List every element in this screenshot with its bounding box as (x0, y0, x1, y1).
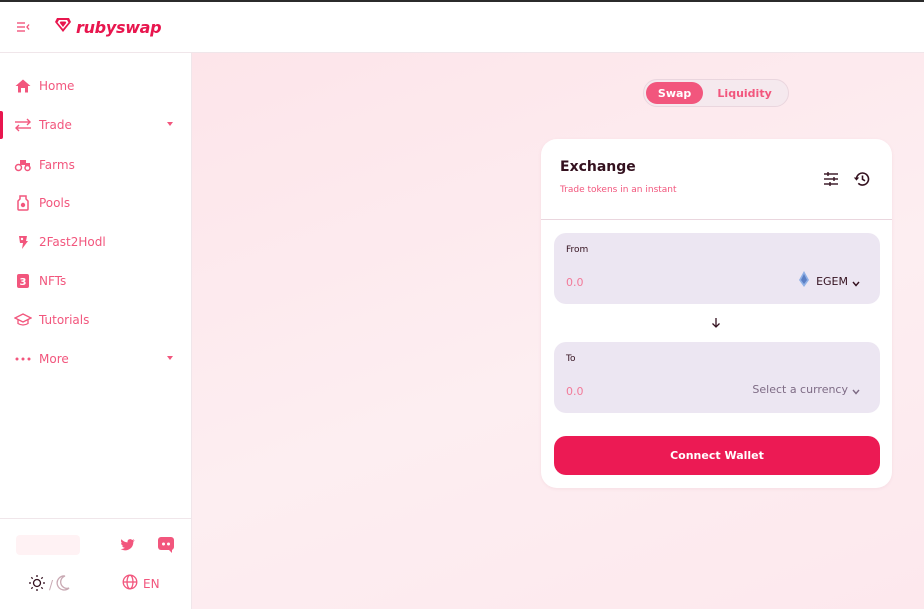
sidebar-footer: / EN (0, 518, 191, 609)
sidebar-item-label: Trade (39, 118, 72, 132)
theme-separator: / (49, 578, 54, 592)
discord-icon[interactable] (156, 535, 176, 555)
card-header: Exchange Trade tokens in an instant (541, 139, 892, 220)
exchange-card: Exchange Trade tokens in an instant From… (541, 139, 892, 488)
sidebar-item-nfts[interactable]: 3 NFTs (0, 263, 191, 299)
swap-liquidity-tabs: Swap Liquidity (643, 79, 789, 107)
more-dots-icon (13, 349, 33, 369)
sidebar-item-pools[interactable]: Pools (0, 185, 191, 221)
menu-collapse-icon[interactable] (10, 14, 36, 40)
card-subtitle: Trade tokens in an instant (560, 185, 677, 195)
from-currency-selector[interactable]: EGEM (798, 271, 860, 291)
svg-text:3: 3 (20, 277, 27, 288)
top-bar: rubyswap (0, 0, 924, 53)
language-selector[interactable]: EN (122, 574, 160, 594)
sidebar-item-label: Farms (39, 158, 75, 172)
graduation-cap-icon (13, 310, 33, 330)
moon-icon[interactable] (56, 575, 70, 595)
sidebar-item-home[interactable]: Home (0, 68, 191, 104)
sidebar-item-label: 2Fast2Hodl (39, 235, 106, 249)
from-token-box: From EGEM (554, 233, 880, 304)
racer-icon (13, 232, 33, 252)
chevron-down-icon (167, 356, 173, 360)
brand-logo[interactable]: rubyswap (54, 17, 162, 37)
history-icon[interactable] (852, 169, 872, 189)
language-label: EN (143, 577, 160, 591)
settings-sliders-icon[interactable] (821, 169, 841, 189)
to-currency-selector[interactable]: Select a currency (752, 380, 860, 399)
sidebar-item-more[interactable]: More (0, 341, 191, 377)
sidebar-item-label: Tutorials (39, 313, 90, 327)
connect-wallet-button[interactable]: Connect Wallet (554, 436, 880, 475)
tab-liquidity[interactable]: Liquidity (703, 82, 786, 104)
from-token-symbol: EGEM (816, 274, 848, 288)
sidebar-item-label: Home (39, 79, 75, 93)
card-title: Exchange (560, 159, 636, 175)
theme-toggle[interactable]: / (28, 574, 70, 596)
chevron-down-icon (167, 122, 173, 126)
sidebar-item-2fast2hodl[interactable]: 2Fast2Hodl (0, 224, 191, 260)
globe-icon (122, 574, 138, 594)
pool-icon (13, 193, 33, 213)
token-price-pill[interactable] (16, 535, 80, 555)
to-label: To (566, 354, 576, 364)
sidebar-item-farms[interactable]: Farms (0, 147, 191, 183)
twitter-icon[interactable] (117, 535, 137, 555)
chevron-down-icon (852, 272, 860, 291)
to-token-box: To Select a currency (554, 342, 880, 413)
to-amount-input[interactable] (566, 382, 706, 400)
from-label: From (566, 245, 589, 255)
ruby-gem-icon (54, 17, 72, 37)
arrow-down-icon[interactable] (708, 315, 724, 331)
from-amount-input[interactable] (566, 273, 706, 291)
sidebar-item-label: NFTs (39, 274, 67, 288)
nft-icon: 3 (13, 271, 33, 291)
sun-icon[interactable] (28, 574, 46, 596)
sidebar-item-label: Pools (39, 196, 71, 210)
sidebar-item-tutorials[interactable]: Tutorials (0, 302, 191, 338)
tab-swap[interactable]: Swap (646, 82, 704, 104)
swap-arrows-icon (13, 115, 33, 135)
sidebar-item-label: More (39, 352, 69, 366)
sidebar: Home Trade Farms Pools 2Fast2Hodl 3 NFTs (0, 53, 192, 609)
sidebar-item-trade[interactable]: Trade (0, 107, 191, 143)
main-content: Swap Liquidity Exchange Trade tokens in … (192, 53, 924, 609)
chevron-down-icon (852, 380, 860, 399)
egem-token-icon (798, 271, 810, 291)
select-currency-label: Select a currency (752, 383, 848, 396)
home-icon (13, 76, 33, 96)
brand-name: rubyswap (76, 17, 162, 37)
tractor-icon (13, 155, 33, 175)
